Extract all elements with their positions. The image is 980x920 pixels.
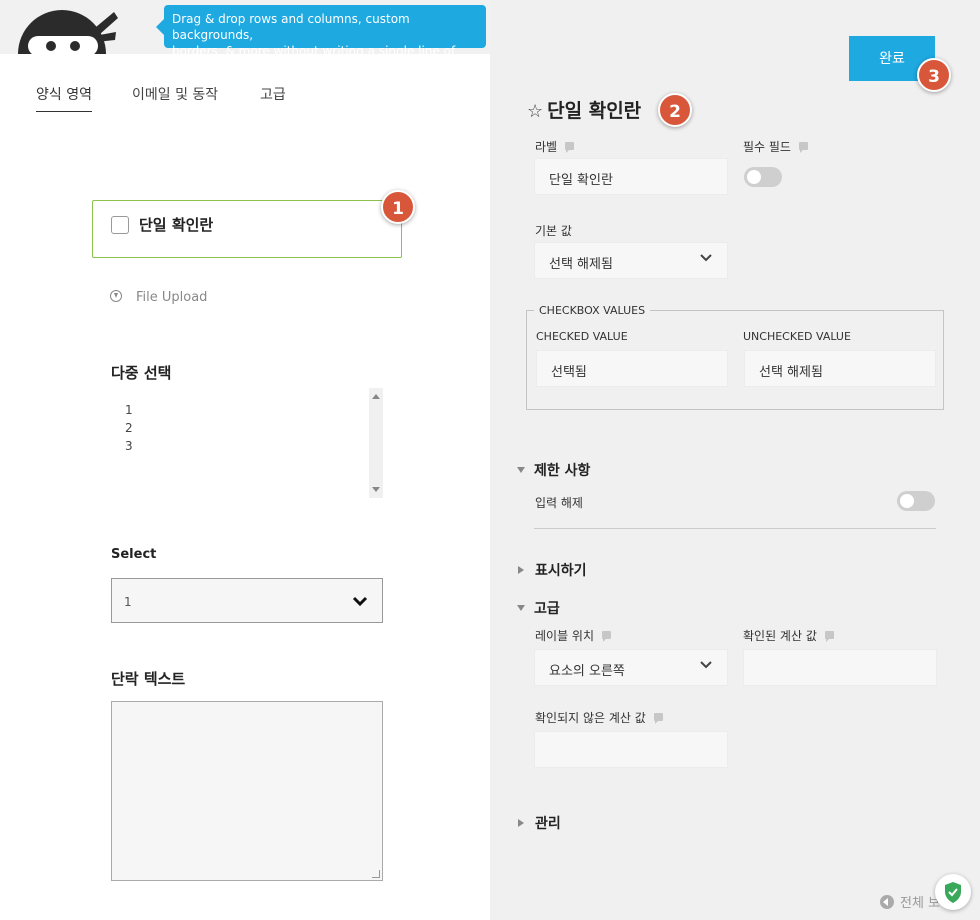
list-item[interactable]: 3 <box>125 437 133 455</box>
tab-emails-actions[interactable]: 이메일 및 동작 <box>132 84 218 112</box>
default-value-text: 선택 해제됨 <box>549 257 613 272</box>
promo-tooltip: Drag & drop rows and columns, custom bac… <box>156 5 486 74</box>
tooltip-line-1: Drag & drop rows and columns, custom bac… <box>172 12 410 42</box>
expand-all-link[interactable]: 전체 보 <box>880 892 940 911</box>
step-badge-2: 2 <box>658 93 692 127</box>
step-badge-1: 1 <box>381 190 415 224</box>
shield-icon[interactable] <box>935 874 971 910</box>
checked-value-input[interactable]: 선택됨 <box>536 350 728 387</box>
admin-heading: 관리 <box>535 816 561 832</box>
caret-down-icon <box>517 467 525 473</box>
advanced-heading: 고급 <box>534 601 560 617</box>
resize-handle-icon[interactable] <box>372 870 380 878</box>
checked-value-label: CHECKED VALUE <box>536 330 628 343</box>
tab-form-fields[interactable]: 양식 영역 <box>36 84 92 112</box>
chevron-down-icon <box>699 658 713 674</box>
label-position-select[interactable]: 요소의 오른쪽 <box>534 649 728 686</box>
unchecked-calc-input[interactable] <box>534 731 728 768</box>
caret-right-icon <box>518 819 524 827</box>
checked-calc-label: 확인된 계산 값 <box>743 627 834 644</box>
help-icon[interactable] <box>824 631 834 642</box>
disable-input-label: 입력 해제 <box>535 496 583 510</box>
required-field-label-text: 필수 필드 <box>743 140 791 154</box>
scroll-down-icon[interactable] <box>372 487 380 492</box>
multi-select-title: 다중 선택 <box>111 364 172 382</box>
help-icon[interactable] <box>653 713 663 724</box>
required-toggle[interactable] <box>744 167 782 187</box>
chevron-down-icon <box>699 251 713 267</box>
admin-section-toggle[interactable]: 관리 <box>518 813 561 833</box>
paragraph-text-title: 단락 텍스트 <box>111 670 186 688</box>
label-field-label-text: 라벨 <box>535 140 558 154</box>
unchecked-value-input[interactable]: 선택 해제됨 <box>744 350 936 387</box>
checkbox-field-label: 단일 확인란 <box>139 216 214 234</box>
restrictions-heading: 제한 사항 <box>534 463 591 479</box>
disable-input-toggle[interactable] <box>897 491 935 511</box>
display-heading: 표시하기 <box>535 563 587 579</box>
unchecked-calc-label-text: 확인되지 않은 계산 값 <box>535 711 646 725</box>
scroll-up-icon[interactable] <box>372 394 380 399</box>
panel-title-text: 단일 확인란 <box>547 100 642 122</box>
display-section-toggle[interactable]: 표시하기 <box>518 560 587 580</box>
label-field-label: 라벨 <box>535 138 575 155</box>
star-icon[interactable]: ☆ <box>527 101 543 122</box>
label-position-label-text: 레이블 위치 <box>535 629 595 643</box>
panel-title: ☆ 단일 확인란 <box>527 96 641 123</box>
scrollbar[interactable] <box>369 388 383 498</box>
paragraph-textarea[interactable] <box>111 701 383 881</box>
section-divider <box>534 528 936 529</box>
checkbox-values-legend: CHECKBOX VALUES <box>534 304 651 317</box>
restrictions-section-toggle[interactable]: 제한 사항 <box>517 460 590 480</box>
list-item[interactable]: 2 <box>125 419 133 437</box>
file-upload-field[interactable]: File Upload <box>110 290 207 305</box>
help-icon[interactable] <box>565 142 575 153</box>
select-value: 1 <box>124 595 132 609</box>
help-icon[interactable] <box>798 142 808 153</box>
checked-calc-label-text: 확인된 계산 값 <box>743 629 817 643</box>
caret-right-icon <box>518 566 524 574</box>
list-item[interactable]: 1 <box>125 401 133 419</box>
chevron-down-icon <box>352 592 368 611</box>
step-badge-3: 3 <box>917 58 951 92</box>
checked-calc-input[interactable] <box>743 649 937 686</box>
unchecked-value-label: UNCHECKED VALUE <box>743 330 851 343</box>
select-dropdown[interactable]: 1 <box>111 578 383 623</box>
label-position-label: 레이블 위치 <box>535 627 612 644</box>
file-upload-label: File Upload <box>136 290 208 305</box>
checkbox-input[interactable] <box>111 216 129 234</box>
tooltip-line-2: borders, & more without writing a single… <box>172 44 456 74</box>
advanced-section-toggle[interactable]: 고급 <box>517 598 560 618</box>
single-checkbox-field[interactable]: 단일 확인란 <box>92 200 402 258</box>
arrow-left-icon <box>880 895 894 909</box>
required-field-label: 필수 필드 <box>743 138 808 155</box>
label-position-value: 요소의 오른쪽 <box>549 664 625 679</box>
label-input[interactable]: 단일 확인란 <box>534 158 728 195</box>
help-icon[interactable] <box>602 631 612 642</box>
form-builder-canvas: Drag & drop rows and columns, custom bac… <box>0 0 490 920</box>
tab-advanced[interactable]: 고급 <box>260 84 286 112</box>
unchecked-calc-label: 확인되지 않은 계산 값 <box>535 709 663 726</box>
multi-select-options: 1 2 3 <box>125 401 133 455</box>
expand-all-label: 전체 보 <box>900 896 941 911</box>
ninja-logo-icon <box>18 6 122 54</box>
upload-icon <box>110 290 122 302</box>
default-value-label: 기본 값 <box>535 224 572 238</box>
select-title: Select <box>111 547 157 562</box>
multi-select-list[interactable]: 1 2 3 <box>111 388 383 498</box>
caret-down-icon <box>517 605 525 611</box>
default-value-select[interactable]: 선택 해제됨 <box>534 242 728 279</box>
